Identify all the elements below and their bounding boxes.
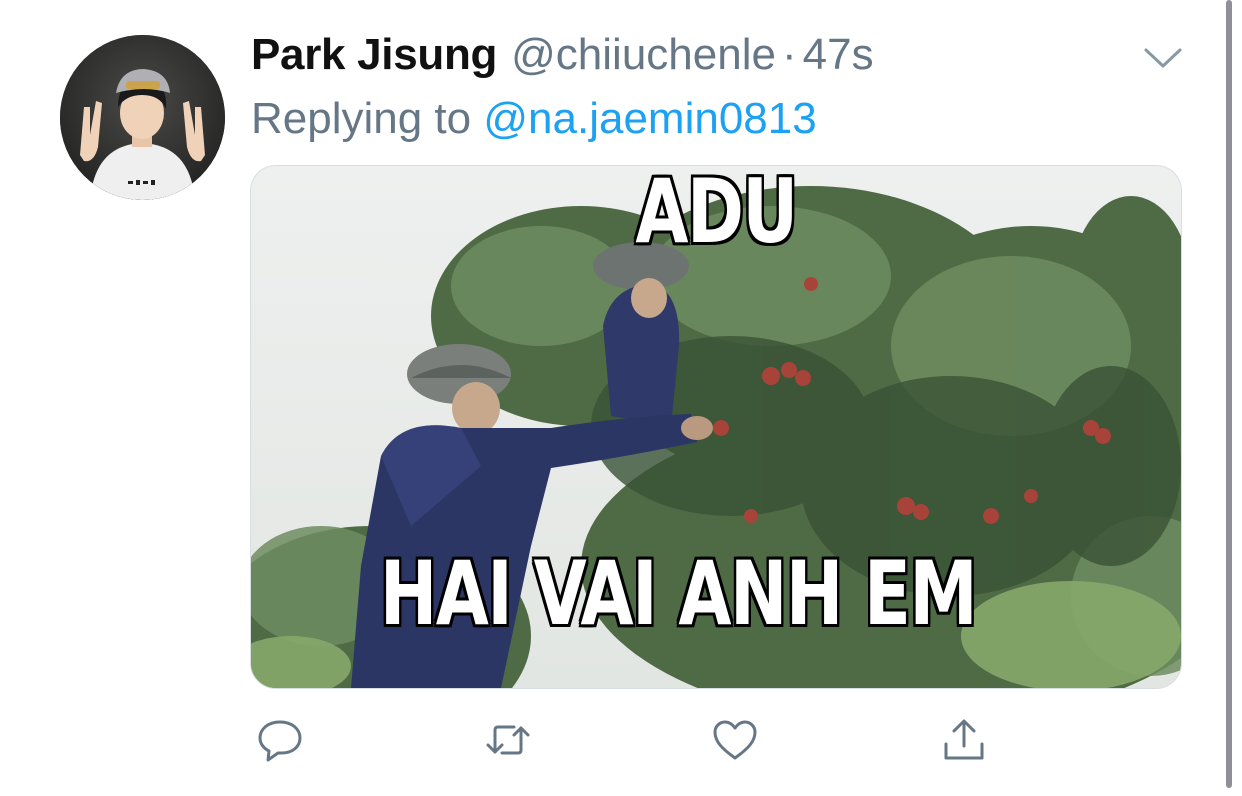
tweet-actions — [0, 710, 1230, 770]
share-button[interactable] — [934, 710, 994, 770]
replying-to: Replying to @na.jaemin0813 — [251, 94, 817, 144]
tweet[interactable]: Park Jisung @chiiuchenle · 47s Replying … — [0, 0, 1230, 796]
tweet-media-image[interactable]: ADU HAI VAI ANH EM — [250, 165, 1182, 689]
avatar[interactable] — [60, 35, 225, 200]
reply-button[interactable] — [250, 710, 310, 770]
timestamp[interactable]: 47s — [803, 30, 874, 80]
tweet-header: Park Jisung @chiiuchenle · 47s — [251, 30, 874, 90]
retweet-icon — [486, 725, 530, 755]
meme-top-text: ADU — [635, 165, 798, 263]
reply-bubble-icon — [258, 720, 302, 762]
replying-to-label: Replying to — [251, 94, 472, 143]
scrollbar[interactable] — [1226, 0, 1232, 788]
share-upload-icon — [944, 719, 984, 760]
display-name[interactable]: Park Jisung — [251, 30, 497, 80]
retweet-button[interactable] — [478, 710, 538, 770]
reply-mention-link[interactable]: @na.jaemin0813 — [483, 94, 816, 143]
like-button[interactable] — [705, 710, 765, 770]
heart-icon — [713, 720, 757, 760]
meme-bottom-text: HAI VAI ANH EM — [379, 542, 978, 645]
user-handle[interactable]: @chiiuchenle — [511, 30, 776, 80]
separator: · — [781, 30, 797, 79]
chevron-down-icon[interactable] — [1142, 42, 1184, 72]
